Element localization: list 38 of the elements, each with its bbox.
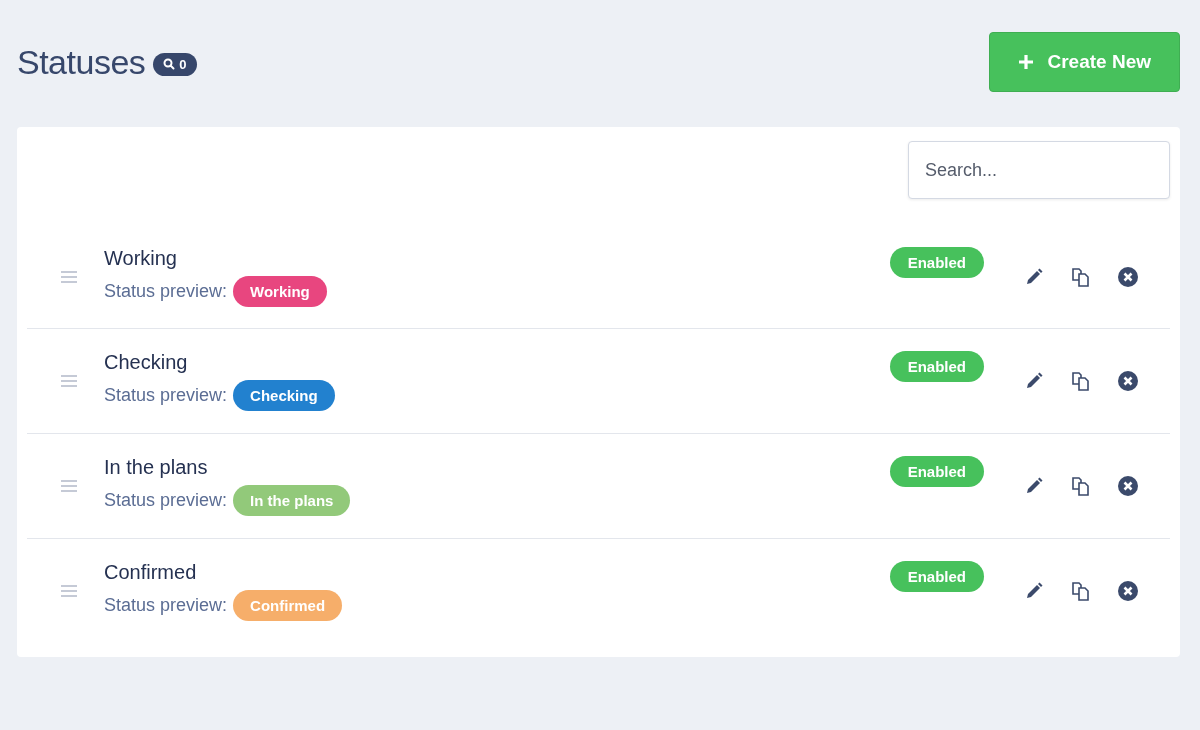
- status-preview-label: Status preview:: [104, 490, 228, 511]
- status-preview-tag: Checking: [233, 380, 335, 411]
- duplicate-icon[interactable]: [1070, 370, 1092, 392]
- status-name: Checking: [104, 351, 189, 374]
- status-name: In the plans: [104, 456, 209, 479]
- edit-icon[interactable]: [1024, 581, 1044, 601]
- status-preview-label: Status preview:: [104, 595, 228, 616]
- create-new-button[interactable]: Create New: [988, 32, 1180, 92]
- status-preview-tag: In the plans: [233, 485, 351, 516]
- drag-handle-icon[interactable]: [61, 375, 77, 387]
- duplicate-icon[interactable]: [1070, 265, 1092, 288]
- status-state-badge[interactable]: Enabled: [889, 456, 984, 487]
- status-preview-label: Status preview:: [104, 280, 228, 302]
- status-name: Confirmed: [104, 561, 198, 584]
- status-state-badge[interactable]: Enabled: [889, 247, 984, 278]
- search-icon: [163, 58, 176, 70]
- duplicate-icon[interactable]: [1070, 475, 1092, 497]
- page-title: Statuses: [17, 42, 146, 82]
- delete-icon[interactable]: [1118, 476, 1138, 496]
- status-preview-label: Status preview:: [104, 385, 228, 406]
- status-state-badge[interactable]: Enabled: [889, 561, 984, 592]
- edit-icon[interactable]: [1024, 371, 1044, 391]
- drag-handle-icon[interactable]: [61, 585, 77, 597]
- status-name: Working: [104, 246, 178, 270]
- status-preview-tag: Confirmed: [233, 590, 343, 621]
- plus-icon: [1017, 54, 1034, 70]
- status-state-badge[interactable]: Enabled: [889, 351, 984, 382]
- delete-icon[interactable]: [1118, 581, 1138, 601]
- drag-handle-icon[interactable]: [61, 270, 77, 283]
- delete-icon[interactable]: [1118, 266, 1138, 287]
- search-field[interactable]: Search...: [908, 141, 1170, 199]
- delete-icon[interactable]: [1118, 371, 1138, 391]
- status-preview-tag: Working: [233, 275, 327, 307]
- search-count-badge: 0: [153, 52, 197, 76]
- drag-handle-icon[interactable]: [61, 480, 77, 492]
- edit-icon[interactable]: [1024, 266, 1044, 287]
- duplicate-icon[interactable]: [1070, 580, 1092, 602]
- edit-icon[interactable]: [1024, 476, 1044, 496]
